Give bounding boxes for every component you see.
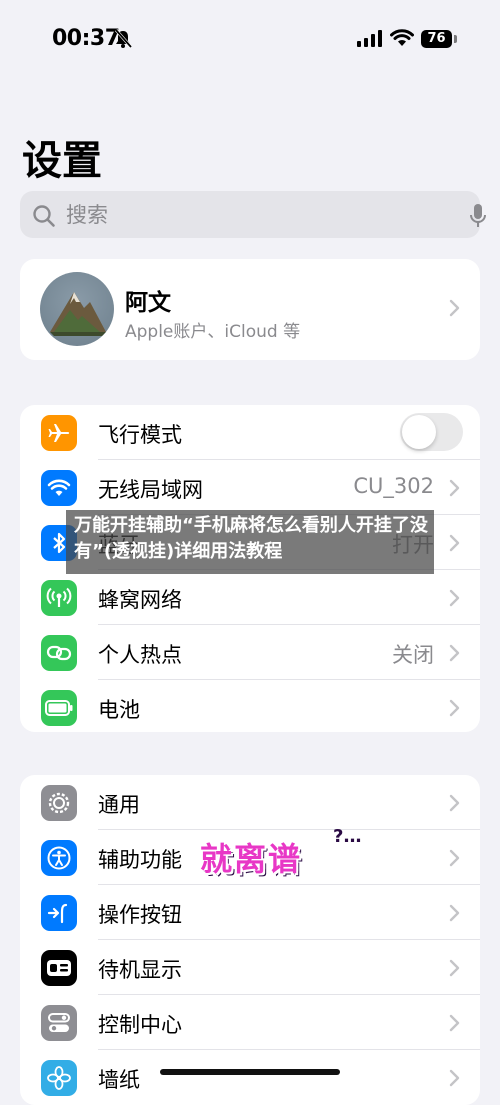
chevron-right-icon (449, 534, 460, 552)
chevron-right-icon (449, 479, 460, 497)
chevron-right-icon (449, 849, 460, 867)
search-input[interactable] (64, 199, 428, 231)
row-wallpaper[interactable]: 墙纸 (20, 1050, 480, 1105)
cellular-signal-icon (357, 30, 382, 47)
cellular-antenna-icon (41, 580, 77, 616)
chevron-right-icon (449, 644, 460, 662)
row-value: 关闭 (392, 643, 434, 667)
wallpaper-flower-icon (41, 1060, 77, 1096)
mountain-avatar-icon (50, 292, 106, 336)
row-label: 个人热点 (98, 643, 182, 667)
row-control-center[interactable]: 控制中心 (20, 995, 480, 1050)
chevron-right-icon (449, 299, 460, 317)
battery-tip (454, 35, 457, 43)
chevron-right-icon (449, 794, 460, 812)
status-time: 00:37 (52, 26, 120, 51)
general-group: 通用 辅助功能 操作按钮 待机显示 控制中心 墙纸 (20, 775, 480, 1105)
battery-indicator: 76 (421, 30, 452, 48)
search-icon (33, 205, 55, 227)
row-label: 操作按钮 (98, 903, 182, 927)
apple-account-card[interactable]: 阿文 Apple账户、iCloud 等 (20, 259, 480, 360)
airplane-icon (41, 415, 77, 451)
overlay-caption: 万能开挂辅助“手机麻将怎么看别人开挂了没有”(透视挂)详细用法教程 (66, 510, 434, 574)
chevron-right-icon (449, 1069, 460, 1087)
row-cellular[interactable]: 蜂窝网络 (20, 570, 480, 625)
chevron-right-icon (449, 699, 460, 717)
row-label: 辅助功能 (98, 848, 182, 872)
accessibility-icon (41, 840, 77, 876)
row-label: 飞行模式 (98, 423, 182, 447)
row-label: 墙纸 (98, 1068, 140, 1092)
row-general[interactable]: 通用 (20, 775, 480, 830)
wifi-icon (41, 470, 77, 506)
airplane-mode-toggle[interactable] (400, 413, 463, 451)
page-title: 设置 (22, 138, 102, 184)
search-bar[interactable] (20, 191, 486, 238)
toggle-knob (402, 415, 436, 449)
status-bar: 00:37 76 (0, 0, 500, 80)
chevron-right-icon (449, 589, 460, 607)
row-label: 电池 (98, 698, 140, 722)
chevron-right-icon (449, 959, 460, 977)
chevron-right-icon (449, 1014, 460, 1032)
row-label: 蜂窝网络 (98, 588, 182, 612)
gear-icon (41, 785, 77, 821)
chevron-right-icon (449, 904, 460, 922)
wifi-status-icon (390, 29, 414, 46)
row-wifi[interactable]: 无线局域网 CU_302 (20, 460, 480, 515)
row-label: 待机显示 (98, 958, 182, 982)
home-indicator[interactable] (160, 1069, 340, 1075)
battery-icon (41, 690, 77, 726)
silent-bell-icon (114, 29, 132, 48)
row-value: CU_302 (353, 474, 434, 498)
row-battery[interactable]: 电池 (20, 680, 480, 732)
avatar (40, 272, 114, 346)
row-airplane-mode[interactable]: 飞行模式 (20, 405, 480, 460)
sticker-suffix: ?… (333, 826, 362, 847)
account-subtitle: Apple账户、iCloud 等 (125, 322, 301, 342)
action-button-icon (41, 895, 77, 931)
control-center-icon (41, 1005, 77, 1041)
hotspot-icon (41, 635, 77, 671)
microphone-icon[interactable] (469, 203, 487, 229)
overlay-caption-text: 万能开挂辅助“手机麻将怎么看别人开挂了没有”(透视挂)详细用法教程 (74, 515, 428, 562)
row-label: 控制中心 (98, 1013, 182, 1037)
standby-icon (41, 950, 77, 986)
account-name: 阿文 (125, 290, 171, 316)
row-label: 通用 (98, 793, 140, 817)
row-action-button[interactable]: 操作按钮 (20, 885, 480, 940)
row-label: 无线局域网 (98, 478, 203, 502)
row-standby[interactable]: 待机显示 (20, 940, 480, 995)
sticker-text: 就离谱 (200, 840, 303, 878)
row-personal-hotspot[interactable]: 个人热点 关闭 (20, 625, 480, 680)
